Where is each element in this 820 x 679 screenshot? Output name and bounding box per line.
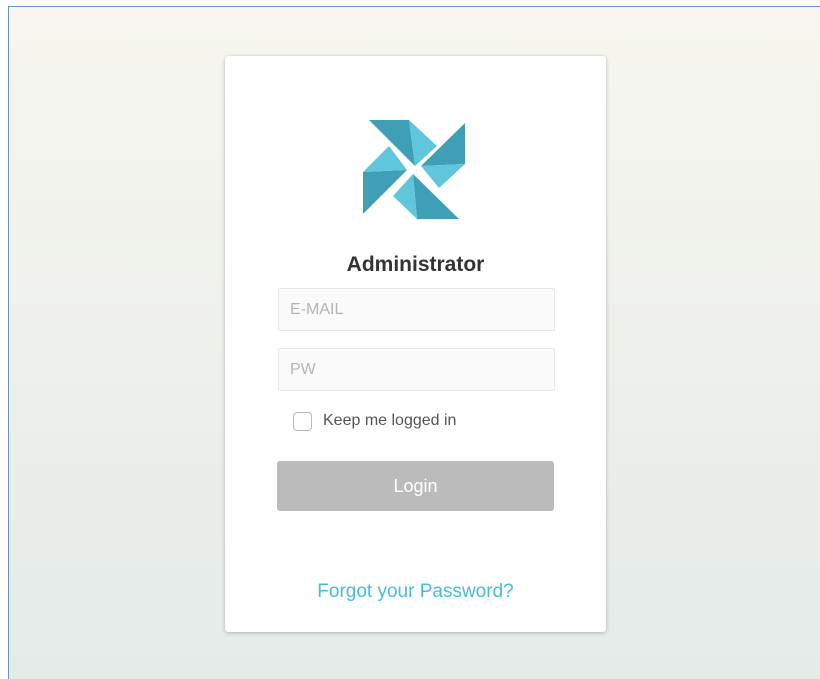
remember-me-checkbox-row[interactable]: Keep me logged in — [293, 410, 456, 432]
page-title: Administrator — [346, 253, 485, 276]
forgot-password-link[interactable]: Forgot your Password? — [225, 581, 606, 603]
remember-me-label: Keep me logged in — [323, 412, 457, 429]
login-button[interactable]: Login — [277, 461, 554, 511]
password-field[interactable] — [278, 348, 555, 391]
browser-viewport: Administrator Keep me logged in Login Fo… — [8, 6, 820, 679]
email-field[interactable] — [278, 288, 555, 331]
checkbox-unchecked-icon[interactable] — [293, 411, 312, 431]
pinwheel-logo-icon — [363, 116, 467, 220]
login-card: Administrator Keep me logged in Login Fo… — [225, 56, 606, 632]
